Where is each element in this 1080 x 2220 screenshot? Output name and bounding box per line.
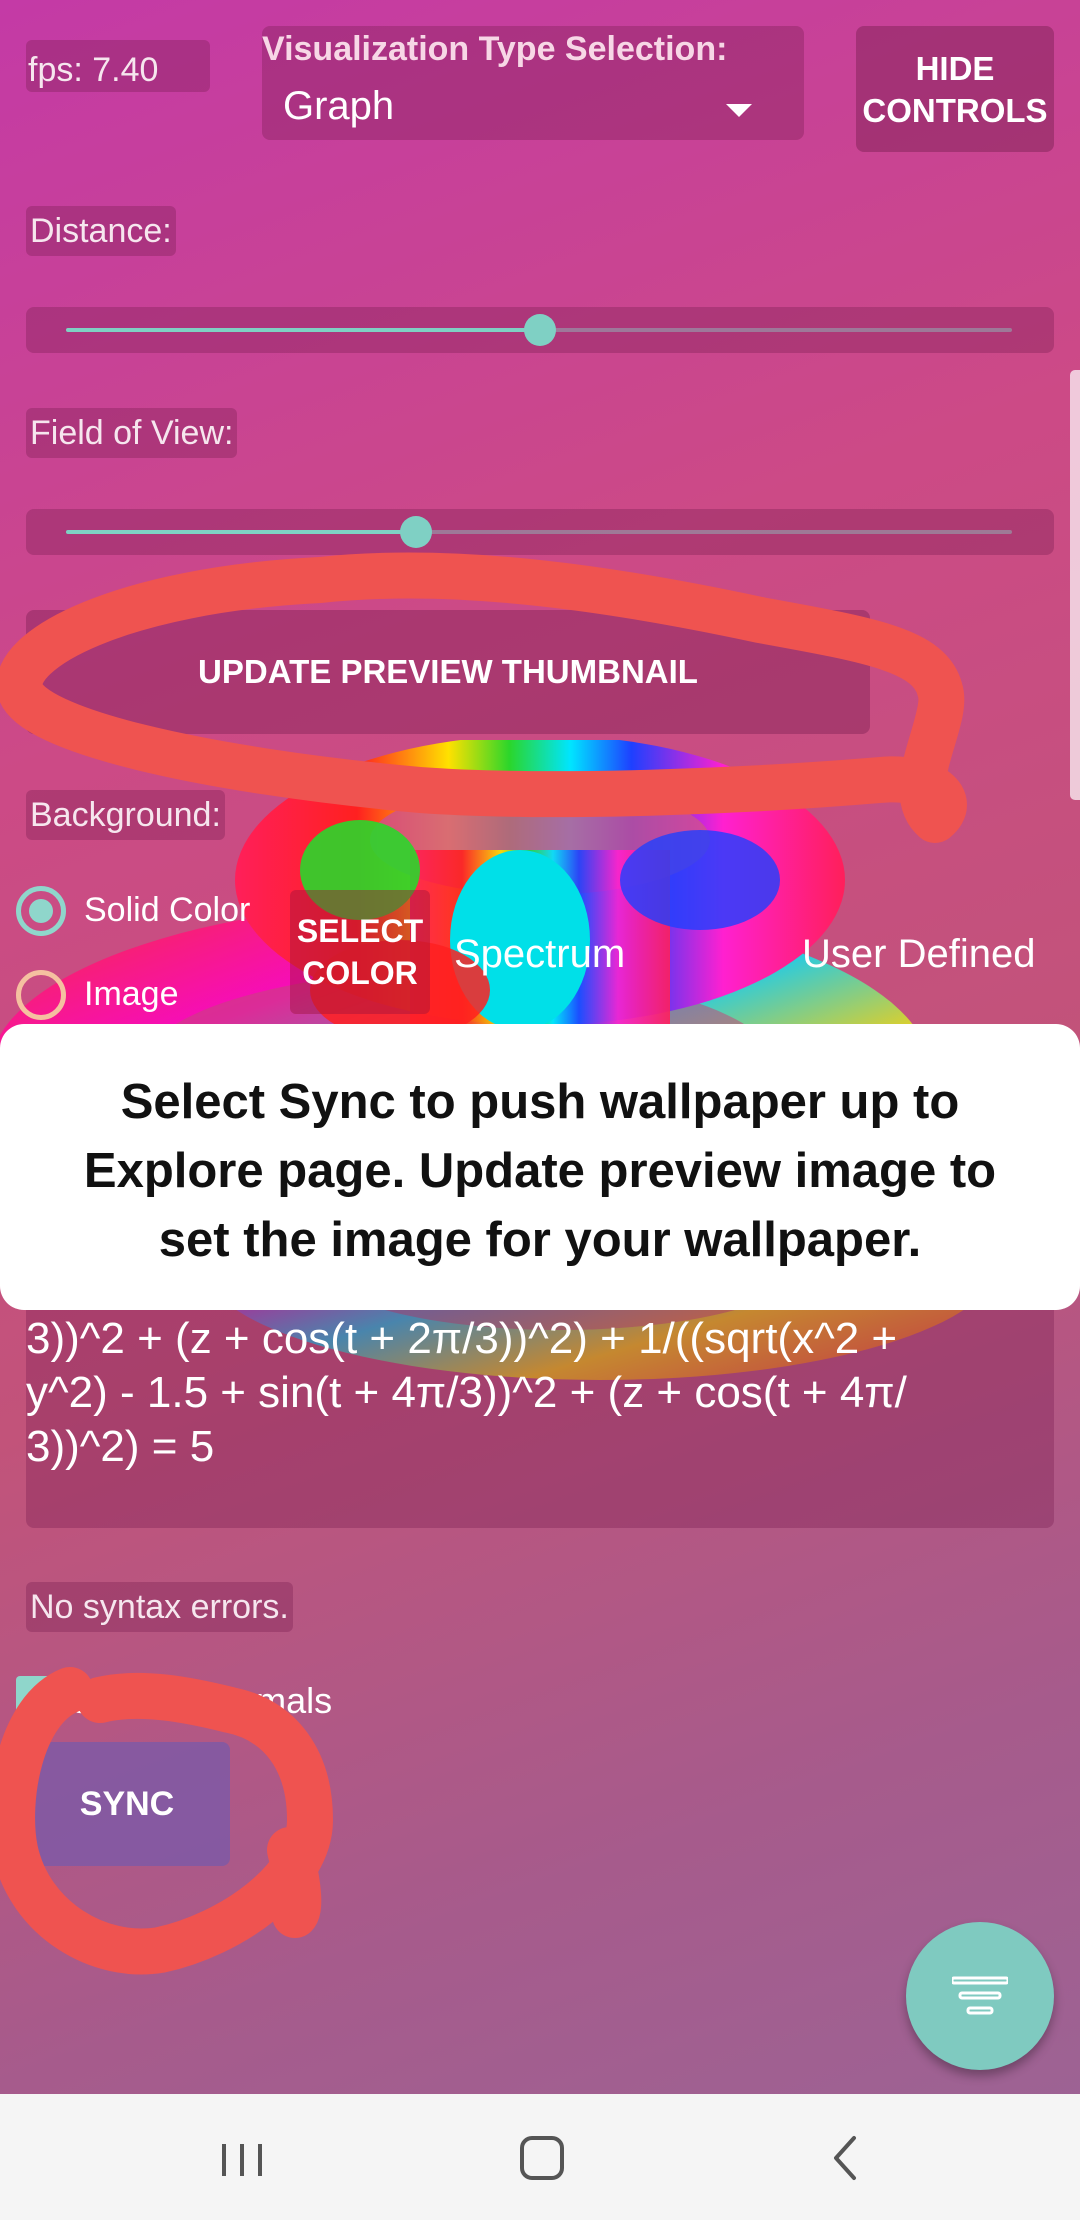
sort-icon [952, 1976, 1008, 2015]
distance-slider-inactive-track [540, 328, 1012, 332]
toast-line: Select Sync to push wallpaper up to [120, 1075, 960, 1129]
equation-line: 3))^2 + (z + cos(t + 2π/3))^2) + 1/((sqr… [26, 1314, 898, 1363]
hide-controls-button[interactable]: HIDE CONTROLS [856, 26, 1054, 152]
fps-counter: fps: 7.40 [26, 40, 210, 92]
equation-line: 3))^2) = 5 [26, 1422, 215, 1471]
menu-fab[interactable] [906, 1922, 1054, 2070]
toast-line: set the image for your wallpaper. [158, 1213, 922, 1267]
update-preview-thumbnail-button[interactable]: UPDATE PREVIEW THUMBNAIL [26, 610, 870, 734]
select-color-label: SELECT COLOR [296, 913, 424, 991]
smooth-normals-label: Smooth normals [70, 1680, 333, 1721]
sync-button[interactable]: SYNC [24, 1742, 230, 1866]
dropdown-arrow-icon [726, 104, 752, 117]
solid-color-radio[interactable] [16, 886, 66, 936]
recents-icon[interactable] [202, 2120, 282, 2196]
distance-slider-thumb[interactable] [524, 314, 556, 346]
field-of-view-label: Field of View: [26, 408, 238, 458]
syntax-status: No syntax errors. [26, 1582, 293, 1632]
hide-controls-label: HIDE CONTROLS [862, 50, 1048, 129]
fov-slider-thumb[interactable] [400, 516, 432, 548]
background-label: Background: [26, 790, 225, 840]
distance-label: Distance: [26, 206, 176, 256]
fov-slider-inactive-track [416, 530, 1012, 534]
solid-color-label: Solid Color [84, 891, 251, 929]
radio-selected-dot [29, 899, 53, 923]
visualization-type-label: Visualization Type Selection: [262, 30, 728, 68]
spectrum-option[interactable]: Spectrum [454, 932, 625, 977]
system-navigation-bar [0, 2094, 1080, 2220]
home-icon[interactable] [502, 2120, 582, 2196]
fov-slider-active-track [66, 530, 416, 534]
toast-line: Explore page. Update preview image to [83, 1144, 997, 1198]
equation-line: y^2) - 1.5 + sin(t + 4π/3))^2 + (z + cos… [26, 1368, 907, 1417]
select-color-button[interactable]: SELECT COLOR [290, 890, 430, 1014]
distance-slider-active-track [66, 328, 540, 332]
toast-message: Select Sync to push wallpaper up to Expl… [0, 1024, 1080, 1310]
smooth-normals-checkbox[interactable] [16, 1676, 56, 1716]
user-defined-option[interactable]: User Defined [802, 932, 1035, 977]
back-icon[interactable] [806, 2120, 886, 2196]
scroll-indicator [1070, 370, 1080, 800]
image-label: Image [84, 975, 179, 1013]
visualization-type-value: Graph [283, 84, 395, 128]
image-radio[interactable] [16, 970, 66, 1020]
